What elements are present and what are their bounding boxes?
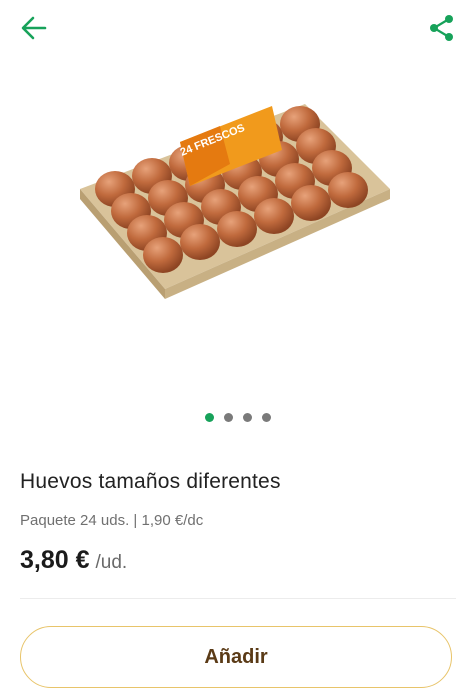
price: 3,80 €	[20, 546, 90, 574]
egg	[180, 224, 220, 260]
egg	[291, 185, 331, 221]
back-button[interactable]	[12, 8, 56, 48]
product-image: 24 FRESCOS	[80, 104, 390, 299]
egg	[217, 211, 257, 247]
share-button[interactable]	[420, 8, 464, 48]
arrow-left-icon	[21, 16, 47, 40]
carousel-dots	[0, 413, 476, 422]
egg	[143, 237, 183, 273]
divider	[20, 598, 456, 599]
price-unit: /ud.	[95, 552, 128, 573]
top-bar	[0, 0, 476, 56]
add-button[interactable]: Añadir	[20, 626, 452, 688]
product-meta: Paquete 24 uds. | 1,90 €/dc	[20, 512, 204, 529]
share-icon	[430, 15, 453, 41]
carousel-dot[interactable]	[243, 413, 252, 422]
egg	[328, 172, 368, 208]
carousel-dot[interactable]	[224, 413, 233, 422]
carousel-dot[interactable]	[205, 413, 214, 422]
price-row: 3,80 € /ud.	[20, 546, 127, 575]
product-image-carousel[interactable]: 24 FRESCOS	[0, 56, 476, 396]
carousel-dot[interactable]	[262, 413, 271, 422]
product-name: Huevos tamaños diferentes	[20, 470, 281, 493]
egg	[254, 198, 294, 234]
